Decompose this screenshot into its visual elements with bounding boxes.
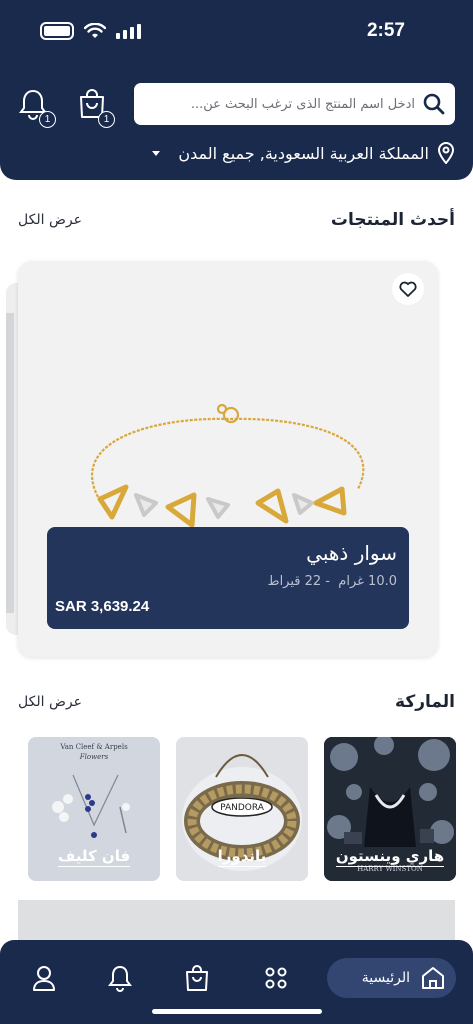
cart-icon (186, 965, 208, 991)
search-input[interactable] (144, 96, 423, 112)
notifications-badge: 1 (39, 111, 56, 128)
heart-icon (399, 281, 417, 297)
spec-separator: - (321, 574, 335, 589)
nav-notifications-button[interactable] (100, 960, 140, 996)
brand-label: هاري وينستون (335, 847, 445, 867)
van-cleef-logo-sub: Flowers (79, 753, 109, 761)
product-spec: 10.0 غرام - 22 قيراط (268, 574, 397, 589)
brand-label: فان كليف (57, 847, 131, 867)
product-card[interactable]: سوار ذهبي 10.0 غرام - 22 قيراط SAR 3,639… (18, 261, 438, 657)
product-info-panel: سوار ذهبي 10.0 غرام - 22 قيراط SAR 3,639… (47, 527, 409, 629)
product-karat: 22 قيراط (267, 574, 322, 589)
brand-tile-van-cleef[interactable]: Van Cleef & Arpels Flowers فان كليف (28, 737, 160, 881)
user-icon (33, 966, 55, 991)
categories-icon (265, 967, 287, 989)
favorite-button[interactable] (392, 273, 424, 305)
product-name: سوار ذهبي (306, 541, 397, 565)
van-cleef-logo: Van Cleef & Arpels (59, 743, 128, 751)
caret-down-icon (152, 151, 161, 156)
cart-badge: 1 (98, 111, 115, 128)
nav-home-label: الرئيسية (361, 970, 410, 986)
battery-icon (40, 22, 74, 40)
bracelet-image (91, 403, 365, 528)
notifications-button[interactable]: 1 (18, 88, 56, 128)
nav-home-button[interactable]: الرئيسية (327, 958, 456, 998)
bell-icon (108, 965, 132, 992)
search-bar[interactable] (134, 83, 455, 125)
status-icons (40, 22, 141, 40)
signal-icon (116, 23, 141, 39)
location-pin-icon (437, 142, 455, 164)
pandora-logo: PANDORA (220, 803, 265, 813)
product-weight: 10.0 غرام (338, 574, 397, 589)
brand-label: باندورا (217, 847, 267, 867)
search-icon (423, 93, 445, 115)
location-text: المملكة العربية السعودية, جميع المدن (178, 143, 429, 163)
brands-title: الماركة (395, 692, 455, 712)
status-time: 2:57 (366, 20, 405, 41)
brand-tile-pandora[interactable]: PANDORA باندورا (176, 737, 308, 881)
home-indicator (152, 1009, 322, 1014)
nav-profile-button[interactable] (24, 960, 64, 996)
product-price: SAR 3,639.24 (55, 598, 150, 615)
app-header: 2:57 1 1 المملكة العربية السعودية, جميع … (0, 0, 473, 180)
brand-tile-harry-winston[interactable]: HARRY WINSTON هاري وينستون (324, 737, 456, 881)
wifi-icon (84, 23, 106, 38)
cart-button[interactable]: 1 (77, 88, 115, 128)
latest-view-all-link[interactable]: عرض الكل (18, 212, 82, 228)
location-selector[interactable]: المملكة العربية السعودية, جميع المدن (150, 142, 455, 164)
latest-products-title: أحدث المنتجات (330, 210, 455, 230)
brands-view-all-link[interactable]: عرض الكل (18, 694, 82, 710)
nav-categories-button[interactable] (256, 960, 296, 996)
home-icon (422, 967, 444, 989)
nav-cart-button[interactable] (177, 960, 217, 996)
